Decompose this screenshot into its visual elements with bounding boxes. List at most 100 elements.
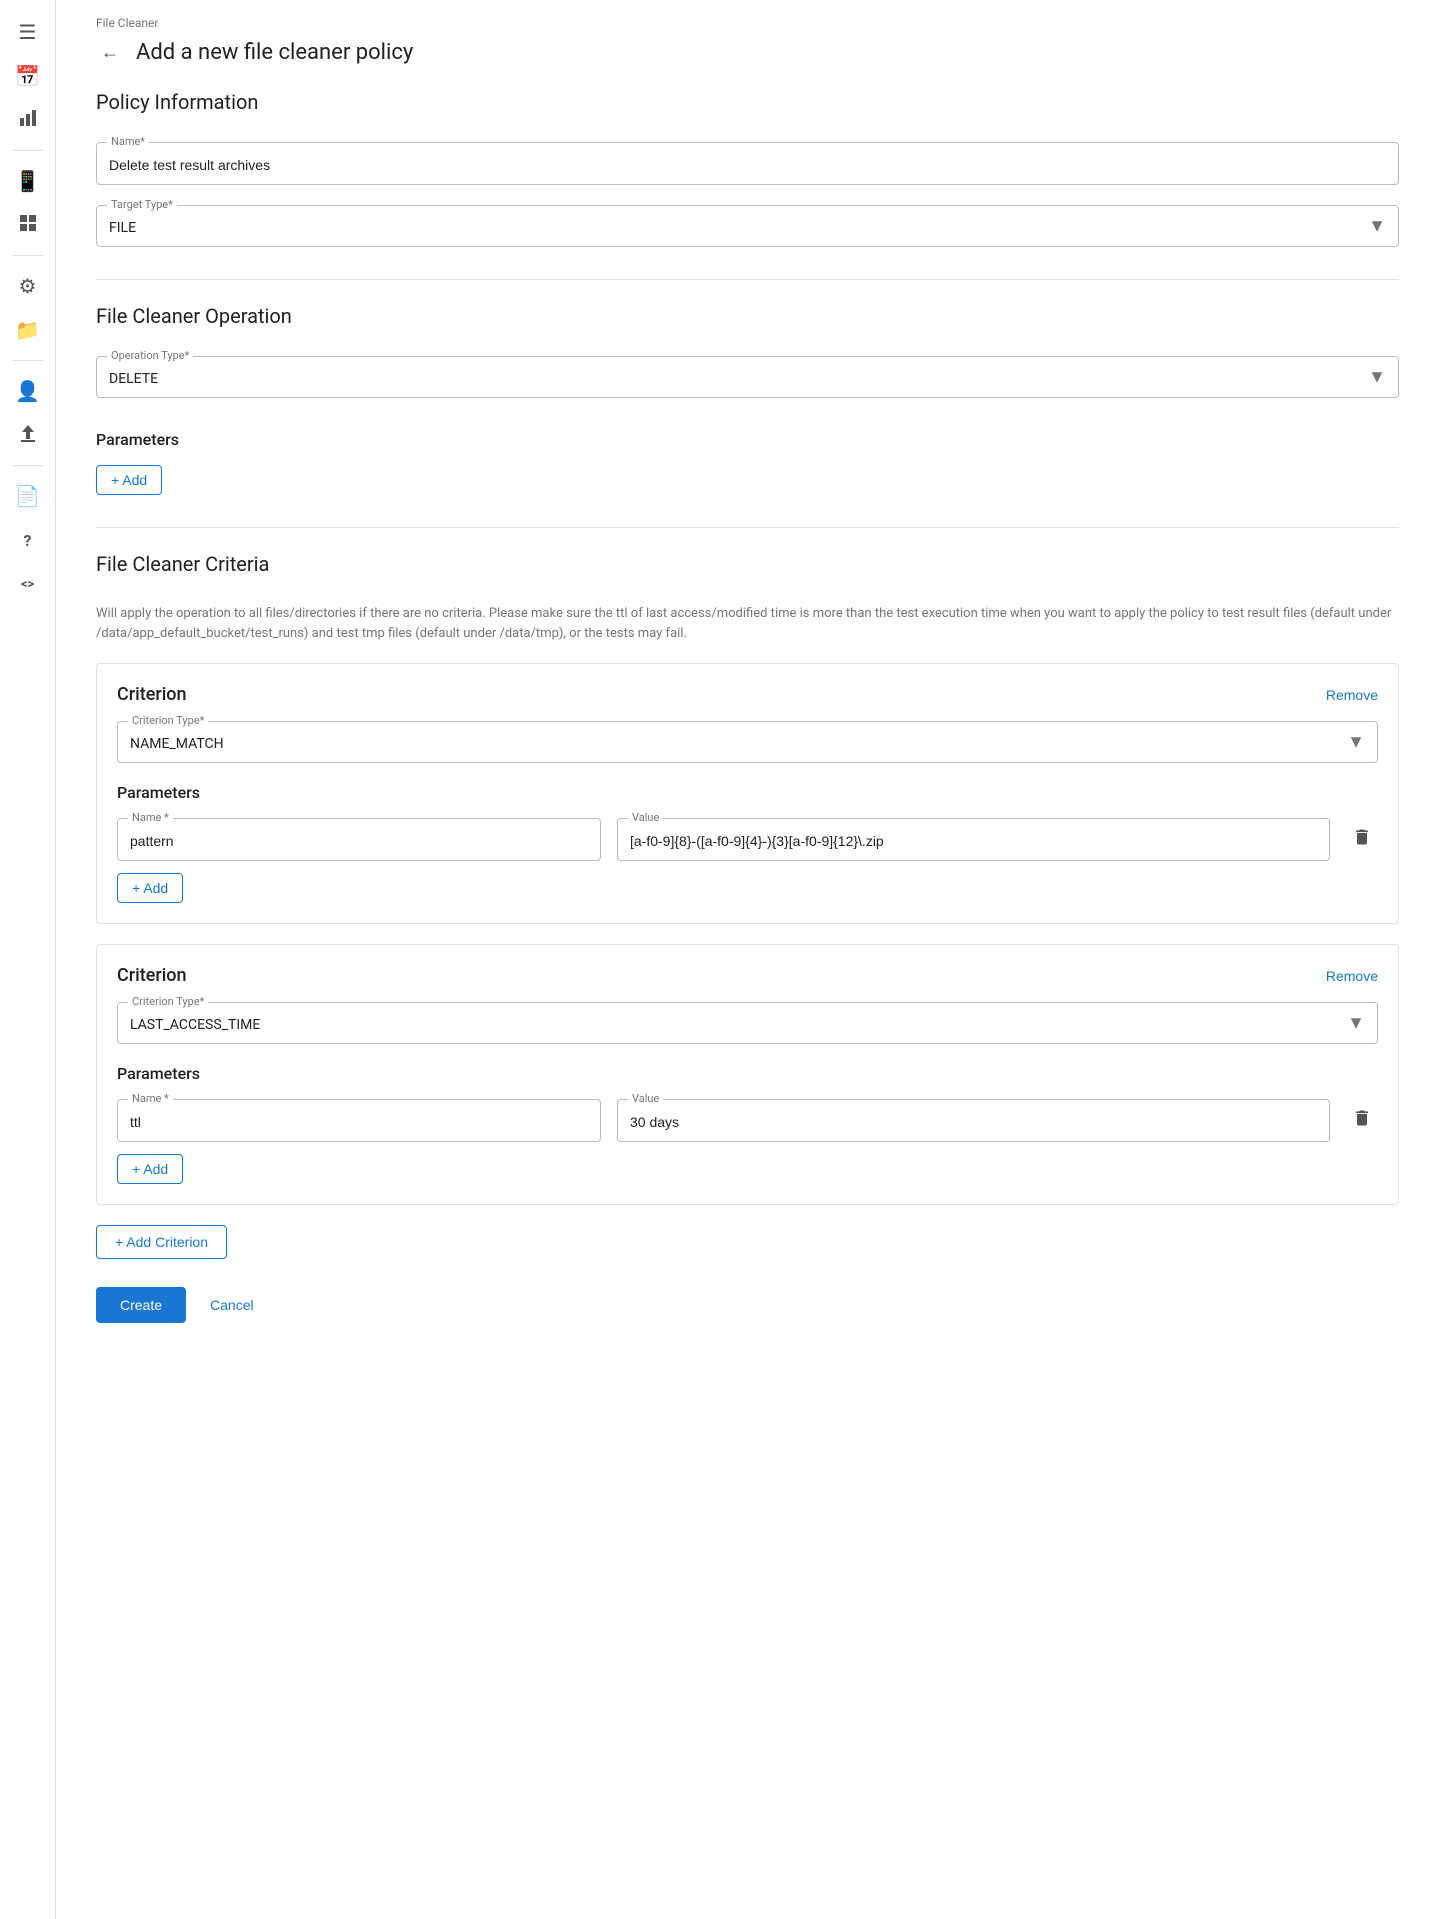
name-field: Name* [96, 142, 1399, 185]
criterion-add-param-button-2[interactable]: + Add [117, 1154, 183, 1184]
main-content: File Cleaner ← Add a new file cleaner po… [56, 0, 1439, 1919]
name-input[interactable] [109, 157, 1386, 173]
criterion-remove-button-2[interactable]: Remove [1326, 968, 1378, 984]
param-name-input-2-1[interactable] [130, 1114, 588, 1130]
file-cleaner-operation-title: File Cleaner Operation [96, 304, 1399, 336]
operation-type-label: Operation Type* [107, 349, 193, 362]
back-button[interactable]: ← [96, 38, 124, 66]
criterion-type-label-2: Criterion Type* [128, 995, 208, 1008]
param-value-input-2-1[interactable] [630, 1114, 1317, 1130]
target-type-chevron-icon: ▼ [1368, 216, 1386, 237]
criterion-type-select-1[interactable]: Criterion Type* NAME_MATCH ▼ [117, 721, 1378, 763]
criterion-card-2: Criterion Remove Criterion Type* LAST_AC… [96, 944, 1399, 1205]
divider-2 [96, 527, 1399, 528]
person-icon: 👤 [15, 379, 40, 403]
gear-icon: ⚙ [19, 274, 37, 298]
back-arrow-icon: ← [101, 42, 119, 63]
phone-icon: 📱 [15, 169, 40, 193]
sidebar-divider-2 [12, 255, 44, 256]
grid-icon [18, 213, 38, 238]
sidebar-folder-icon[interactable]: 📁 [8, 310, 48, 350]
param-delete-button-1-1[interactable] [1346, 824, 1378, 856]
sidebar-person-icon[interactable]: 👤 [8, 371, 48, 411]
param-name-field-1-1: Name * [117, 818, 601, 861]
operation-type-chevron-icon: ▼ [1368, 367, 1386, 388]
param-name-field-2-1: Name * [117, 1099, 601, 1142]
criterion-type-select-2[interactable]: Criterion Type* LAST_ACCESS_TIME ▼ [117, 1002, 1378, 1044]
param-value-input-1-1[interactable] [630, 833, 1317, 849]
criteria-description: Will apply the operation to all files/di… [96, 604, 1399, 643]
sidebar-doc-icon[interactable]: 📄 [8, 476, 48, 516]
sidebar-phone-icon[interactable]: 📱 [8, 161, 48, 201]
param-row-2-1: Name * Value [117, 1099, 1378, 1142]
param-name-label-2-1: Name * [128, 1092, 173, 1105]
policy-information-title: Policy Information [96, 90, 1399, 122]
operation-type-field-group: Operation Type* DELETE ▼ [96, 356, 1399, 398]
folder-icon: 📁 [15, 318, 40, 342]
criterion-remove-button-1[interactable]: Remove [1326, 687, 1378, 703]
param-delete-button-2-1[interactable] [1346, 1105, 1378, 1137]
cancel-button[interactable]: Cancel [202, 1287, 262, 1323]
criterion-params-title-2: Parameters [117, 1064, 1378, 1083]
sidebar-chart-icon[interactable] [8, 100, 48, 140]
operation-type-select[interactable]: Operation Type* DELETE ▼ [96, 356, 1399, 398]
criterion-type-value-2: LAST_ACCESS_TIME [130, 1017, 260, 1033]
param-row-1-1: Name * Value [117, 818, 1378, 861]
calendar-icon: 📅 [15, 64, 40, 88]
code-icon: <> [21, 577, 34, 592]
criterion-header-2: Criterion Remove [117, 965, 1378, 986]
add-criterion-button[interactable]: + Add Criterion [96, 1225, 227, 1259]
criterion-card-1: Criterion Remove Criterion Type* NAME_MA… [96, 663, 1399, 924]
target-type-label: Target Type* [107, 198, 177, 211]
create-button[interactable]: Create [96, 1287, 186, 1323]
sidebar-divider-3 [12, 360, 44, 361]
criterion-type-label-1: Criterion Type* [128, 714, 208, 727]
name-field-group: Name* [96, 142, 1399, 185]
sidebar-grid-icon[interactable] [8, 205, 48, 245]
sidebar-upload-icon[interactable] [8, 415, 48, 455]
doc-icon: 📄 [15, 484, 40, 508]
divider-1 [96, 279, 1399, 280]
param-name-input-1-1[interactable] [130, 833, 588, 849]
criterion-title-2: Criterion [117, 965, 187, 986]
criterion-type-chevron-icon-1: ▼ [1347, 732, 1365, 753]
criterion-type-chevron-icon-2: ▼ [1347, 1013, 1365, 1034]
content-area: File Cleaner ← Add a new file cleaner po… [56, 0, 1439, 1919]
page-header: ← Add a new file cleaner policy [96, 38, 1399, 66]
file-cleaner-criteria-title: File Cleaner Criteria [96, 552, 1399, 584]
sidebar-list-icon[interactable]: ☰ [8, 12, 48, 52]
criterion-title-1: Criterion [117, 684, 187, 705]
param-value-label-1-1: Value [628, 811, 663, 824]
criterion-type-field-1: Criterion Type* NAME_MATCH ▼ [117, 721, 1378, 763]
list-icon: ☰ [19, 20, 37, 44]
name-label: Name* [107, 135, 149, 148]
sidebar-calendar-icon[interactable]: 📅 [8, 56, 48, 96]
param-value-field-2-1: Value [617, 1099, 1330, 1142]
trash-icon-2-1 [1352, 1108, 1372, 1133]
chart-icon [18, 108, 38, 133]
breadcrumb: File Cleaner [96, 16, 1399, 30]
criterion-params-title-1: Parameters [117, 783, 1378, 802]
file-cleaner-operation-section: File Cleaner Operation Operation Type* D… [96, 304, 1399, 398]
target-type-field-group: Target Type* FILE ▼ [96, 205, 1399, 247]
sidebar-code-icon[interactable]: <> [8, 564, 48, 604]
sidebar-gear-icon[interactable]: ⚙ [8, 266, 48, 306]
trash-icon-1-1 [1352, 827, 1372, 852]
top-add-param-button[interactable]: + Add [96, 465, 162, 495]
file-cleaner-criteria-section: File Cleaner Criteria Will apply the ope… [96, 552, 1399, 1323]
target-type-select[interactable]: Target Type* FILE ▼ [96, 205, 1399, 247]
page-title: Add a new file cleaner policy [136, 40, 413, 65]
top-parameters-section: Parameters + Add [96, 430, 1399, 495]
criterion-add-param-button-1[interactable]: + Add [117, 873, 183, 903]
target-type-value: FILE [109, 220, 136, 236]
sidebar: ☰ 📅 📱 ⚙ 📁 👤 📄 [0, 0, 56, 1919]
operation-type-value: DELETE [109, 371, 158, 387]
param-value-field-1-1: Value [617, 818, 1330, 861]
policy-information-section: Policy Information Name* Target Type* FI… [96, 90, 1399, 247]
sidebar-divider-1 [12, 150, 44, 151]
criterion-type-field-2: Criterion Type* LAST_ACCESS_TIME ▼ [117, 1002, 1378, 1044]
upload-icon [18, 423, 38, 448]
param-name-label-1-1: Name * [128, 811, 173, 824]
param-value-label-2-1: Value [628, 1092, 663, 1105]
sidebar-help-icon[interactable]: ? [8, 520, 48, 560]
